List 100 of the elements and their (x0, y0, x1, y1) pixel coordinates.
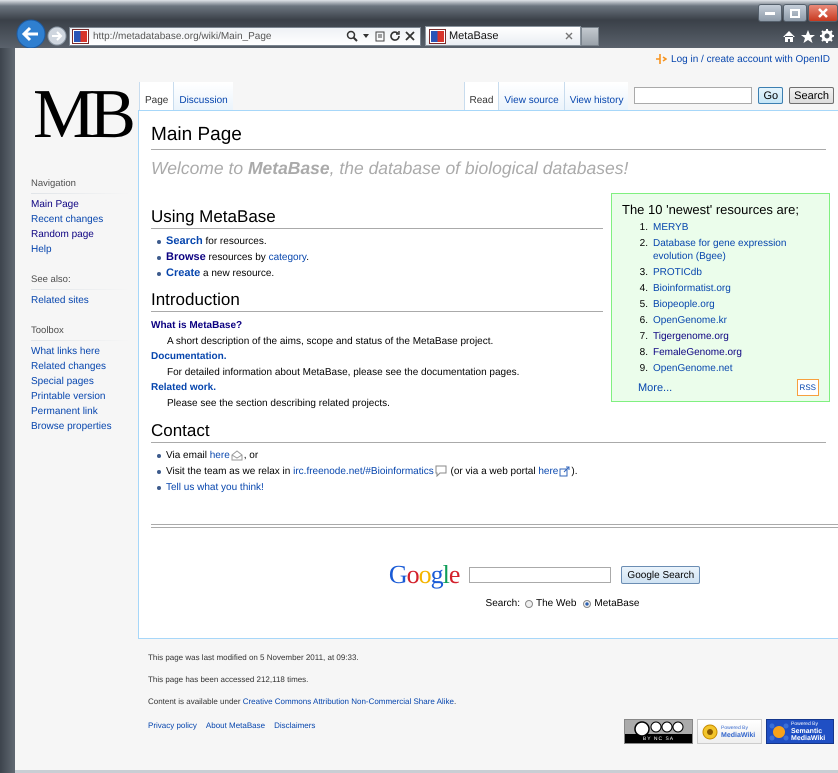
list-item: Visit the team as we relax in irc.freenode.net/#Bioinformatics (or via a web portal here ). (166, 465, 578, 478)
resource-link[interactable]: MERYB (653, 221, 688, 234)
search-field[interactable] (634, 87, 752, 104)
view-tab[interactable]: Read (464, 82, 498, 110)
more-link[interactable]: More... (638, 382, 672, 394)
link[interactable]: Creative Commons Attribution Non-Commercial Share Alike (242, 697, 454, 706)
resource-link[interactable]: OpenGenome.net (653, 362, 732, 375)
sidebar-heading: Toolbox (31, 325, 131, 341)
sidebar-heading: See also: (31, 274, 131, 290)
resource-link[interactable]: Tigergenome.org (653, 330, 729, 343)
search-label: Search: (486, 598, 520, 609)
new-tab-button[interactable] (581, 26, 599, 46)
resource-link[interactable]: PROTICdb (653, 266, 702, 279)
radio-label: The Web (536, 598, 576, 609)
search-button[interactable]: Search (789, 87, 834, 104)
sidebar-link[interactable]: Help (31, 244, 139, 256)
link[interactable]: here (538, 466, 558, 477)
settings-icon[interactable] (820, 29, 834, 43)
footer-text: This page has been accessed 212,118 times. (148, 675, 310, 685)
close-icon[interactable] (564, 31, 574, 41)
list-item: Create a new resource. (166, 267, 274, 280)
link[interactable]: irc.freenode.net/#Bioinformatics (293, 466, 434, 477)
list-number: 4. (638, 282, 648, 295)
refresh-icon (389, 30, 401, 42)
radio-button[interactable] (583, 600, 592, 608)
sidebar-link[interactable]: Permanent link (31, 406, 139, 418)
sidebar-link[interactable]: Related changes (31, 361, 139, 373)
maximize-button[interactable] (783, 4, 807, 22)
section-heading: Contact (151, 421, 826, 443)
resource-link[interactable]: Database for gene expression evolution (Bgee) (653, 237, 819, 263)
favicon-icon (430, 30, 445, 42)
close-button[interactable] (808, 4, 838, 22)
link[interactable]: here (210, 450, 230, 461)
google-logo: Google (388, 560, 460, 590)
sidebar-link[interactable]: Random page (31, 229, 139, 241)
bullet-icon (157, 272, 161, 276)
site-logo[interactable]: MB (33, 80, 136, 150)
minimize-button[interactable] (758, 4, 782, 22)
stop-icon (404, 30, 416, 42)
openid-icon (655, 53, 668, 65)
sidebar-link[interactable]: What links here (31, 346, 139, 358)
definition-term-link[interactable]: Documentation. (151, 351, 227, 362)
page-tab[interactable]: Discussion (173, 82, 233, 110)
bullet-icon (157, 256, 161, 260)
box-title: The 10 'newest' resources are; (622, 202, 800, 217)
footer-text: This page was last modified on 5 November 2011, at 09:33. (148, 653, 360, 663)
search-icon (346, 30, 358, 42)
sidebar-heading: Navigation (31, 178, 131, 194)
go-button[interactable]: Go (758, 87, 784, 104)
definition-term-link[interactable]: What is MetaBase? (151, 320, 242, 331)
page-title: Main Page (151, 123, 826, 150)
google-search-button[interactable]: Google Search (621, 566, 700, 584)
resource-link[interactable]: FemaleGenome.org (653, 346, 742, 359)
address-bar[interactable]: http://metadatabase.org/wiki/Main_Page (69, 26, 421, 46)
section-heading: Using MetaBase (151, 207, 603, 229)
google-search-field[interactable] (469, 567, 612, 583)
link[interactable]: Create (166, 267, 200, 279)
list-number: 5. (638, 298, 648, 311)
link[interactable]: Search (166, 235, 203, 247)
link[interactable]: Tell us what you think! (166, 482, 264, 493)
footer-link[interactable]: About MetaBase (206, 721, 266, 730)
rss-button[interactable]: RSS (796, 379, 819, 396)
login-link[interactable]: Log in / create account with OpenID (671, 54, 830, 64)
maximize-icon (790, 8, 800, 18)
bullet-icon (157, 486, 161, 490)
link[interactable]: category (268, 252, 306, 263)
forward-button[interactable] (47, 26, 67, 46)
sidebar-link[interactable]: Printable version (31, 391, 139, 403)
minimize-icon (765, 11, 775, 15)
radio-button[interactable] (525, 600, 534, 608)
definition-term-link[interactable]: Related work. (151, 382, 216, 393)
list-item: Via email here , or (166, 449, 258, 462)
bullet-icon (157, 454, 161, 458)
star-icon[interactable] (801, 30, 815, 42)
url-text: http://metadatabase.org/wiki/Main_Page (92, 30, 272, 42)
resource-link[interactable]: Biopeople.org (653, 298, 715, 311)
footer-link[interactable]: Disclaimers (274, 721, 316, 730)
footer-link[interactable]: Privacy policy (148, 721, 197, 730)
sidebar-link[interactable]: Special pages (31, 376, 139, 388)
envelope-icon (230, 450, 243, 461)
page-tab[interactable]: Page (139, 82, 174, 110)
home-icon[interactable] (782, 30, 796, 42)
browser-tab[interactable]: MetaBase (425, 26, 581, 46)
resource-link[interactable]: Bioinformatist.org (653, 282, 731, 295)
network-icon (769, 722, 789, 742)
sidebar-link[interactable]: Browse properties (31, 421, 139, 433)
resource-link[interactable]: OpenGenome.kr (653, 314, 727, 327)
view-tab[interactable]: View history (564, 82, 628, 110)
definition-text: For detailed information about MetaBase, please see the documentation pages. (166, 366, 520, 380)
definition-text: Please see the section describing related projects. (166, 397, 391, 411)
list-number: 1. (638, 221, 648, 234)
sidebar-link[interactable]: Recent changes (31, 214, 139, 226)
back-button[interactable] (16, 19, 46, 49)
list-number: 6. (638, 314, 648, 327)
link[interactable]: Browse (166, 251, 206, 263)
bullet-icon (157, 240, 161, 244)
sidebar-link[interactable]: Main Page (31, 199, 139, 211)
sidebar-link[interactable]: Related sites (31, 295, 139, 307)
speech-bubble-icon (434, 465, 447, 478)
view-tab[interactable]: View source (498, 82, 564, 110)
